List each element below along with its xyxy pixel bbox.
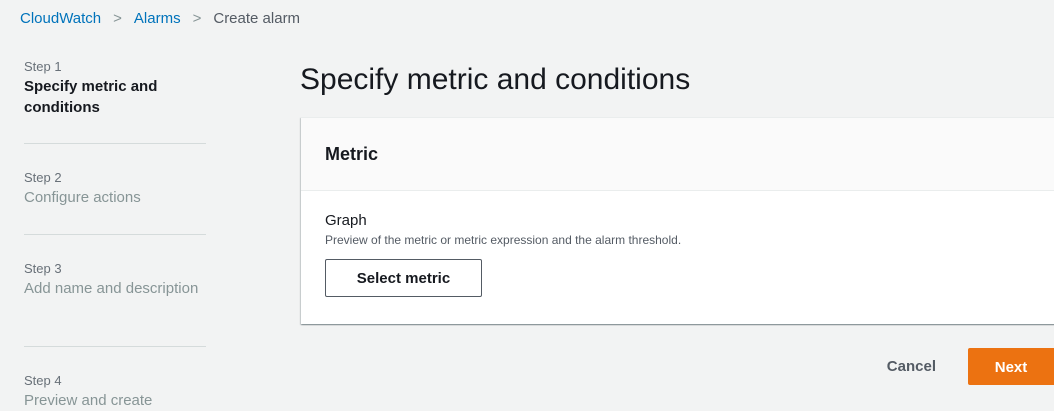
wizard-step-3: Step 3 Add name and description [24,235,206,347]
select-metric-button[interactable]: Select metric [325,259,482,297]
step-title: Preview and create [24,392,153,409]
metric-panel: Metric Graph Preview of the metric or me… [301,117,1054,324]
step-title: Configure actions [24,189,141,206]
panel-body: Graph Preview of the metric or metric ex… [301,191,1054,317]
page-title: Specify metric and conditions [300,63,691,96]
step-number: Step 4 [24,373,62,388]
cancel-button[interactable]: Cancel [887,358,936,375]
wizard-step-4: Step 4 Preview and create [24,347,206,411]
graph-label: Graph [325,212,367,229]
wizard-actions: Cancel Next [887,348,1054,385]
breadcrumb-separator-icon: > [192,9,202,27]
breadcrumb: CloudWatch > Alarms > Create alarm [20,8,300,28]
wizard-step-2: Step 2 Configure actions [24,144,206,235]
step-title: Add name and description [24,280,199,297]
step-title: Specify metric and conditions [24,78,158,116]
step-number: Step 1 [24,59,62,74]
breadcrumb-current: Create alarm [213,9,301,27]
panel-title: Metric [325,143,379,164]
step-number: Step 3 [24,261,62,276]
wizard-step-1: Step 1 Specify metric and conditions [24,58,206,144]
graph-description: Preview of the metric or metric expressi… [325,233,682,247]
next-button[interactable]: Next [968,348,1054,385]
breadcrumb-separator-icon: > [113,9,122,27]
breadcrumb-link-alarms[interactable]: Alarms [134,10,181,27]
wizard-steps: Step 1 Specify metric and conditions Ste… [24,58,206,411]
breadcrumb-link-cloudwatch[interactable]: CloudWatch [20,10,101,27]
step-number: Step 2 [24,170,62,185]
panel-header: Metric [301,118,1054,191]
